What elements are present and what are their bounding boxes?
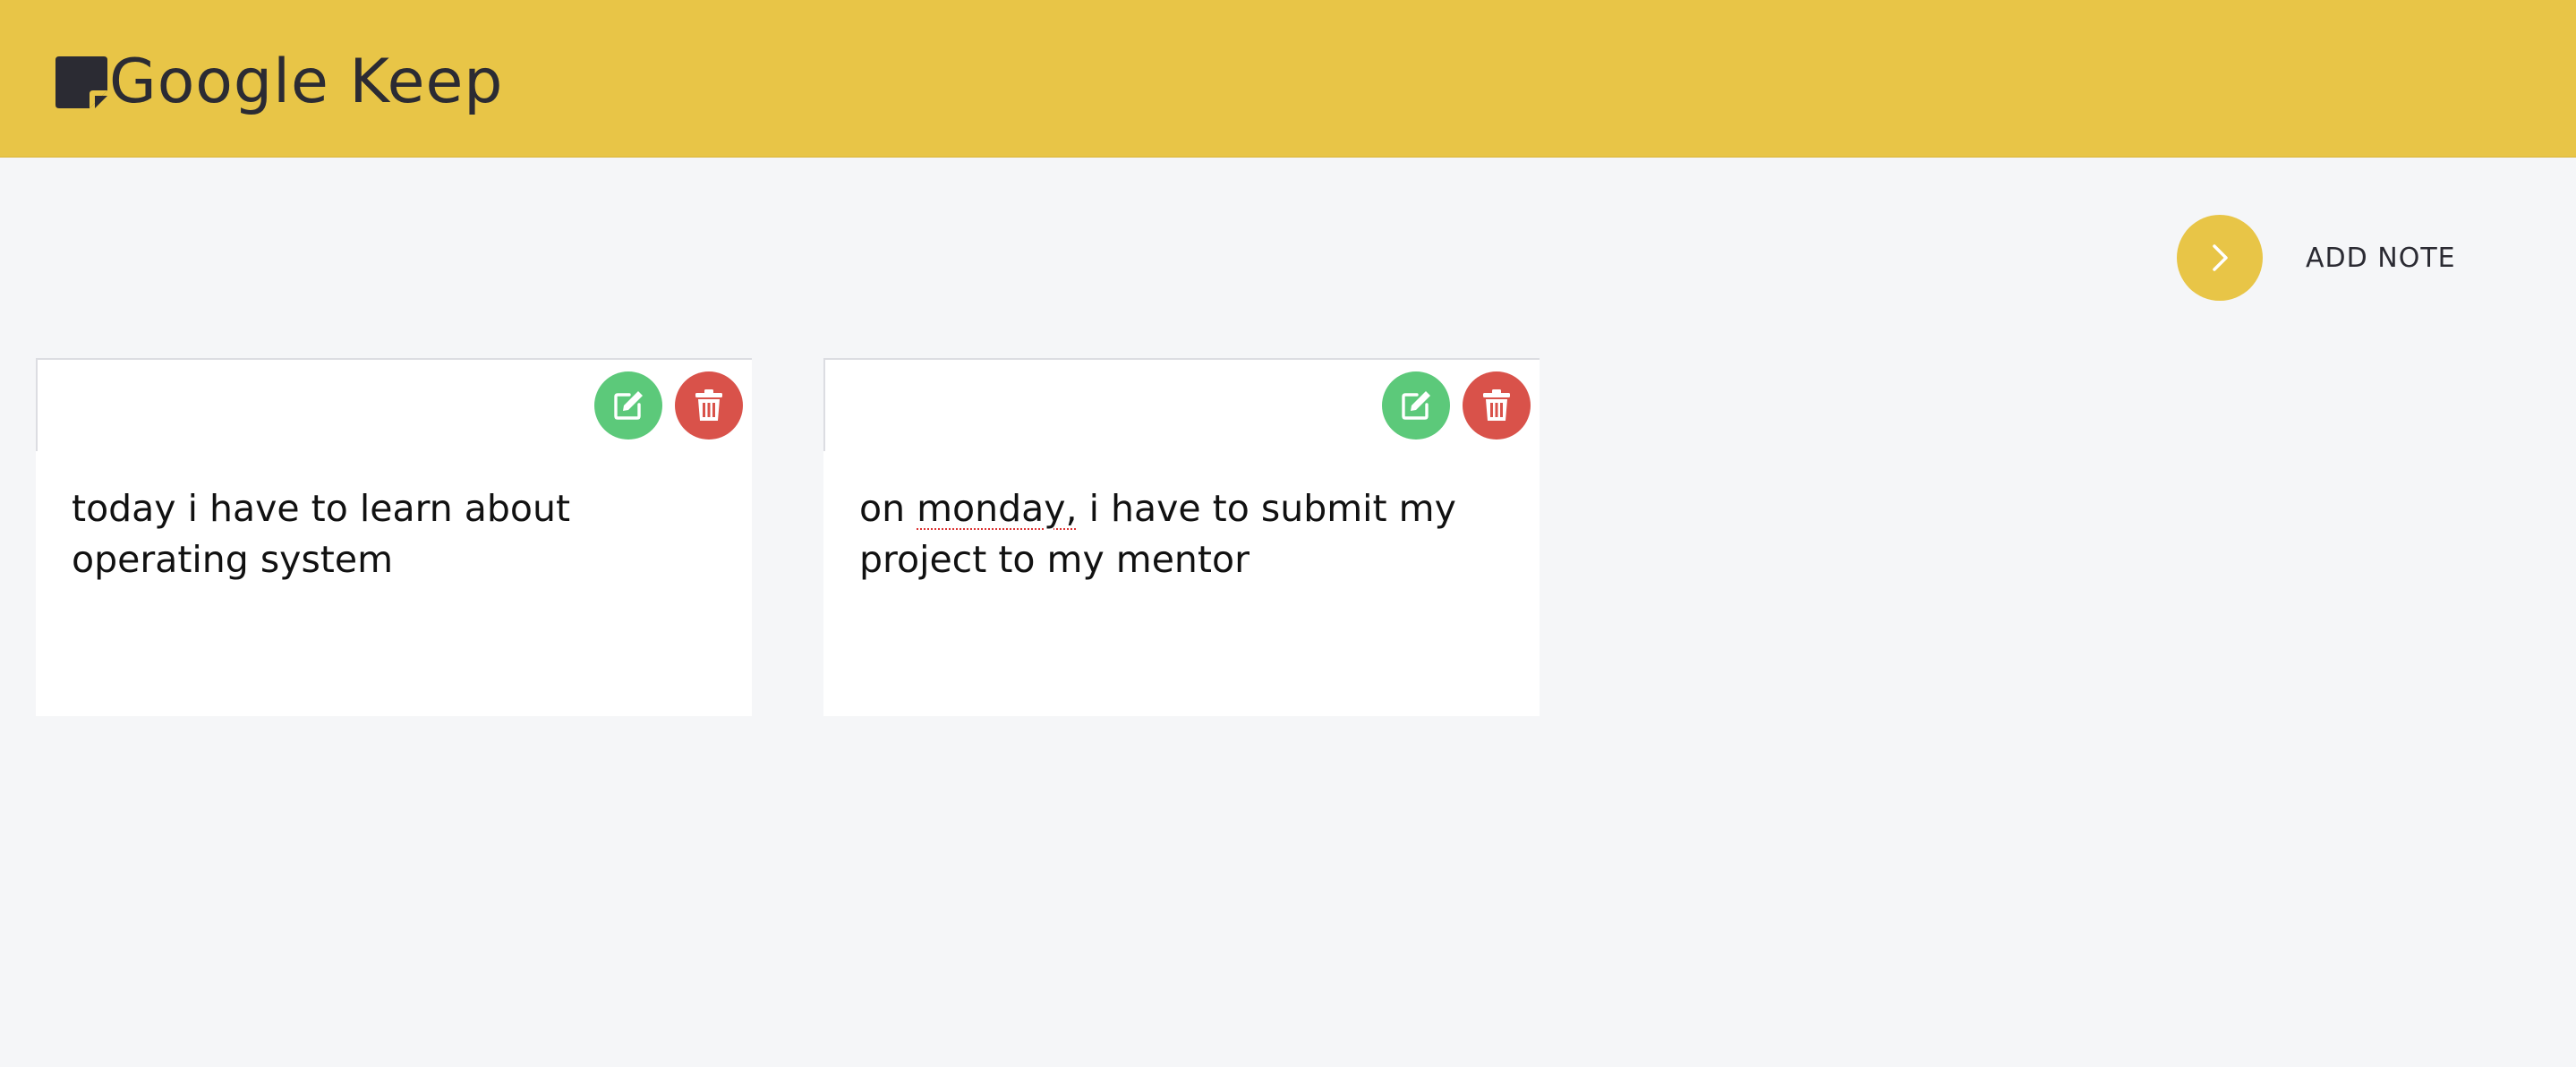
app-logo[interactable]: Google Keep [55, 50, 503, 115]
trash-icon [695, 389, 722, 421]
note-text[interactable]: on monday, i have to submit my project t… [859, 483, 1513, 585]
spellcheck-flagged-word: monday, [917, 487, 1078, 530]
note-card: today i have to learn about operating sy… [36, 358, 752, 716]
delete-note-button[interactable] [1463, 371, 1531, 440]
note-card: on monday, i have to submit my project t… [823, 358, 1540, 716]
app-header: Google Keep [0, 0, 2576, 158]
add-note-button[interactable]: ADD NOTE [2177, 215, 2456, 301]
edit-note-button[interactable] [1382, 371, 1450, 440]
edit-icon [614, 391, 643, 420]
add-note-circle[interactable] [2177, 215, 2263, 301]
note-text[interactable]: today i have to learn about operating sy… [72, 483, 725, 585]
edit-icon [1402, 391, 1430, 420]
note-text-part: on [859, 487, 917, 530]
chevron-right-icon [2213, 244, 2228, 271]
trash-icon [1483, 389, 1510, 421]
app-title: Google Keep [109, 47, 504, 117]
add-note-label[interactable]: ADD NOTE [2306, 243, 2456, 274]
delete-note-button[interactable] [675, 371, 743, 440]
sticky-note-icon [55, 56, 107, 108]
edit-note-button[interactable] [594, 371, 662, 440]
